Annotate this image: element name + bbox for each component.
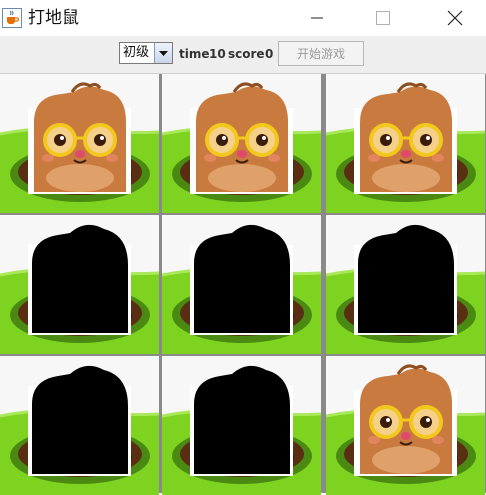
score-value: 0: [265, 47, 274, 61]
game-board: [0, 74, 486, 495]
hole-cell-7[interactable]: [0, 356, 159, 495]
level-select[interactable]: 初级: [119, 42, 173, 64]
minimize-button[interactable]: [294, 0, 340, 36]
hole-cell-8[interactable]: [162, 356, 321, 495]
hidden-mole-silhouette[interactable]: [190, 365, 293, 476]
minimize-icon: [311, 17, 323, 19]
hole-cell-4[interactable]: [0, 215, 159, 354]
close-icon: [447, 10, 463, 26]
mole[interactable]: [354, 82, 457, 194]
window-title: 打地鼠: [28, 8, 79, 28]
start-game-button[interactable]: 开始游戏: [278, 41, 364, 66]
time-label: time: [179, 47, 210, 61]
maximize-icon: [376, 11, 390, 25]
time-value: 10: [209, 47, 226, 61]
maximize-button[interactable]: [360, 0, 406, 36]
close-button[interactable]: [432, 0, 478, 36]
hole-cell-9[interactable]: [326, 356, 485, 495]
level-select-value: 初级: [123, 45, 150, 60]
mole[interactable]: [190, 82, 293, 194]
hole-cell-2[interactable]: [162, 74, 321, 213]
java-cup-icon: [2, 8, 22, 28]
level-dropdown-button[interactable]: [154, 43, 172, 63]
hidden-mole-silhouette[interactable]: [354, 224, 457, 335]
mole[interactable]: [354, 364, 457, 476]
title-bar: 打地鼠: [0, 0, 486, 36]
hole-cell-5[interactable]: [162, 215, 321, 354]
hole-cell-1[interactable]: [0, 74, 159, 213]
chevron-down-icon: [159, 51, 168, 56]
hole-cell-3[interactable]: [326, 74, 485, 213]
hidden-mole-silhouette[interactable]: [28, 224, 131, 335]
score-label: score: [228, 47, 265, 61]
hidden-mole-silhouette[interactable]: [28, 365, 131, 476]
mole[interactable]: [28, 82, 131, 194]
hidden-mole-silhouette[interactable]: [190, 224, 293, 335]
hole-cell-6[interactable]: [326, 215, 485, 354]
toolbar: 初级 time 10 score 0 开始游戏: [0, 36, 486, 74]
